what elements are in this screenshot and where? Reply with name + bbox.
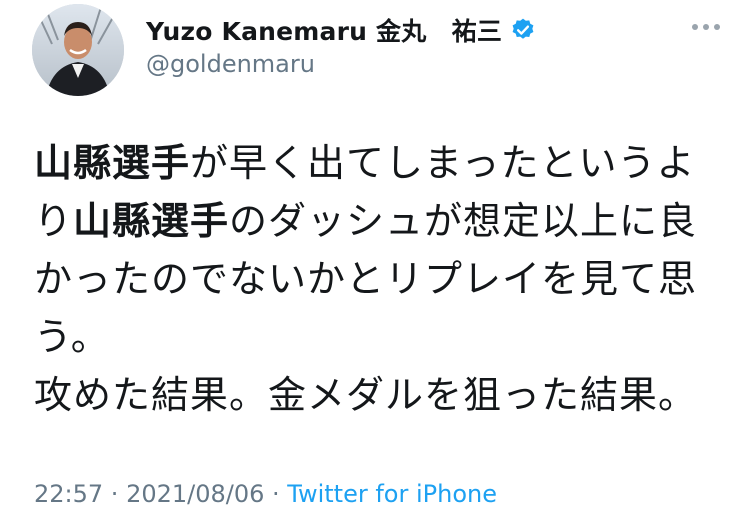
meta-separator: · bbox=[103, 480, 127, 508]
tweet-line-text: が早く出てしまったというよ bbox=[190, 141, 696, 185]
meta-separator: · bbox=[264, 480, 288, 508]
tweet-line: 山縣選手が早く出てしまったというよ bbox=[34, 134, 724, 192]
tweet-line-text: のダッシュが想定以上に良 bbox=[229, 199, 698, 243]
ellipsis-dot bbox=[703, 24, 709, 30]
verified-badge-icon bbox=[510, 17, 536, 43]
tweet-bold-text: 山縣選手 bbox=[34, 141, 191, 185]
tweet-line-text: う。 bbox=[34, 315, 110, 359]
tweet-line: り山縣選手のダッシュが想定以上に良 bbox=[34, 192, 724, 250]
tweet-card: Yuzo Kanemaru 金丸 祐三 @goldenmaru 山縣選手が早く出… bbox=[0, 0, 750, 528]
tweet-meta: 22:57 · 2021/08/06 · Twitter for iPhone bbox=[34, 480, 497, 508]
tweet-line: う。 bbox=[34, 308, 724, 366]
tweet-line: 攻めた結果。金メダルを狙った結果。 bbox=[34, 366, 724, 424]
tweet-line: かったのでないかとリプレイを見て思 bbox=[34, 250, 724, 308]
tweet-bold-text: 山縣選手 bbox=[73, 199, 230, 243]
profile-photo-icon bbox=[32, 4, 124, 96]
tweet-line-text: 攻めた結果。金メダルを狙った結果。 bbox=[34, 373, 698, 417]
tweet-source-link[interactable]: Twitter for iPhone bbox=[287, 480, 497, 508]
ellipsis-dot bbox=[692, 24, 698, 30]
tweet-line-text: り bbox=[34, 199, 74, 243]
tweet-line-text: かったのでないかとリプレイを見て思 bbox=[34, 257, 698, 301]
author-name-row[interactable]: Yuzo Kanemaru 金丸 祐三 bbox=[146, 12, 536, 48]
display-name[interactable]: Yuzo Kanemaru 金丸 祐三 bbox=[146, 12, 502, 48]
tweet-text: 山縣選手が早く出てしまったというよ り山縣選手のダッシュが想定以上に良 かったの… bbox=[34, 134, 724, 424]
tweet-time[interactable]: 22:57 bbox=[34, 480, 103, 508]
author-handle[interactable]: @goldenmaru bbox=[146, 50, 315, 78]
ellipsis-dot bbox=[714, 24, 720, 30]
ellipsis-icon[interactable] bbox=[692, 24, 720, 30]
avatar[interactable] bbox=[32, 4, 124, 96]
tweet-date[interactable]: 2021/08/06 bbox=[126, 480, 264, 508]
